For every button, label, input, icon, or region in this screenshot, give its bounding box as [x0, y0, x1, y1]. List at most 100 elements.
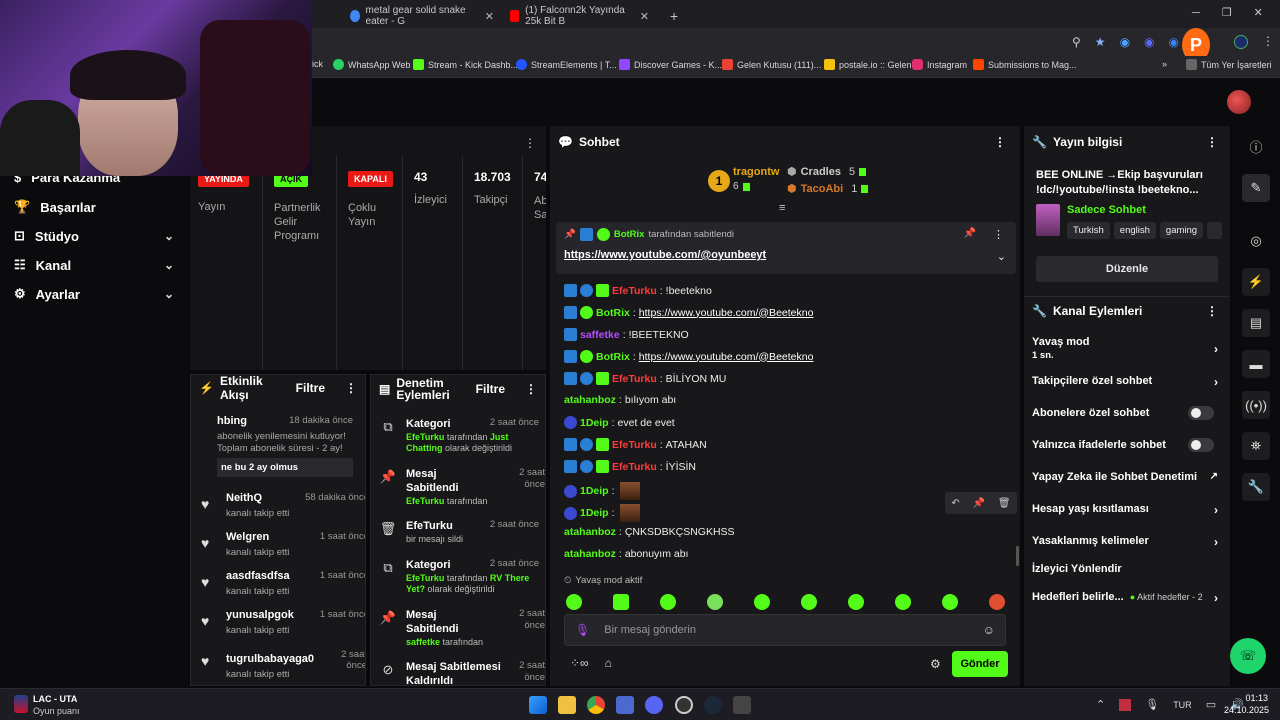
bookmark[interactable]: postale.io :: Gelen — [824, 59, 912, 70]
microphone-icon[interactable]: 🎙 — [1145, 698, 1159, 711]
emote[interactable] — [660, 594, 676, 610]
camera-icon[interactable]: ◎ — [1242, 227, 1270, 255]
chat-username[interactable]: 1Deip — [580, 417, 609, 429]
monitor-icon[interactable]: ▭ — [1206, 698, 1216, 711]
chat-username[interactable]: atahanboz — [564, 548, 616, 560]
new-tab-button[interactable]: + — [662, 4, 686, 28]
more-bookmarks-icon[interactable]: » — [1162, 59, 1167, 69]
emote[interactable] — [801, 594, 817, 610]
maximize-icon[interactable]: ❐ — [1222, 6, 1232, 19]
sidebar-item-studio[interactable]: ⊡ Stüdyo ⌄ — [14, 228, 174, 244]
extension-icon[interactable]: ◉ — [1120, 35, 1130, 49]
followers-only-setting[interactable]: Takipçilere özel sohbet › — [1032, 375, 1222, 389]
more-icon[interactable]: ⋮ — [525, 382, 537, 396]
extension-icon[interactable]: ◉ — [1144, 35, 1154, 49]
edit-button[interactable]: Düzenle — [1036, 256, 1218, 282]
tray-app-icon[interactable] — [1119, 698, 1132, 711]
widget-title[interactable]: LAC - UTA — [33, 694, 77, 704]
close-icon[interactable]: ✕ — [485, 10, 494, 23]
wrench-icon[interactable]: 🔧 — [1242, 473, 1270, 501]
trash-icon[interactable]: 🗑 — [998, 498, 1011, 509]
clock-time[interactable]: 01:13 — [1228, 693, 1268, 703]
emote[interactable] — [989, 594, 1005, 610]
leaderboard-user[interactable]: tragontw — [733, 166, 779, 178]
browser-tab[interactable]: (1) Falconn2k Yayında 25k Bit B ✕ — [502, 4, 657, 28]
menu-icon[interactable]: ⋮ — [1262, 34, 1274, 48]
chevron-up-icon[interactable]: ⌃ — [1096, 698, 1105, 711]
more-icon[interactable]: ⋮ — [524, 136, 536, 150]
emote[interactable] — [707, 594, 723, 610]
leaderboard-item[interactable]: ⬢ TacoAbi 1 — [787, 182, 869, 195]
folder-icon[interactable] — [558, 696, 576, 714]
language-indicator[interactable]: TUR — [1173, 700, 1192, 710]
category-name[interactable]: Sadece Sohbet — [1067, 204, 1146, 216]
app-icon[interactable] — [616, 696, 634, 714]
emote[interactable] — [566, 594, 582, 610]
chat-link[interactable]: https://www.youtube.com/@Beetekno — [639, 307, 814, 319]
goals-setting[interactable]: Hedefleri belirle... ● Aktif hedefler - 2… — [1032, 591, 1222, 605]
redirect-setting[interactable]: İzleyici Yönlendir — [1032, 563, 1222, 575]
reply-icon[interactable]: ↶ — [951, 498, 959, 509]
gear-icon[interactable]: ⚙ — [930, 657, 941, 671]
chevron-down-icon[interactable]: ⌄ — [997, 250, 1006, 263]
slow-mode-setting[interactable]: Yavaş mod 1 sn. › — [1032, 336, 1222, 361]
chat-username[interactable]: saffetke — [580, 329, 620, 341]
clipboard-icon[interactable]: ▤ — [1242, 309, 1270, 337]
filter-button[interactable]: Filtre — [296, 381, 325, 395]
filter-button[interactable]: Filtre — [476, 382, 505, 396]
info-icon[interactable]: ⓘ — [1242, 132, 1270, 160]
send-button[interactable]: Gönder — [952, 651, 1008, 677]
zoom-icon[interactable]: ⚲ — [1072, 35, 1081, 49]
sidebar-item-achievements[interactable]: 🏆 Başarılar — [14, 199, 174, 215]
app-icon[interactable] — [733, 696, 751, 714]
bookmark[interactable]: Gelen Kutusu (111)... — [722, 59, 821, 70]
chat-icon[interactable]: ▬ — [1242, 350, 1270, 378]
pin-icon[interactable]: 📌 — [964, 228, 976, 239]
bookmark[interactable]: Discover Games - K... — [619, 59, 722, 70]
chat-username[interactable]: atahanboz — [564, 526, 616, 538]
more-icon[interactable]: ⋮ — [345, 381, 357, 395]
expand-icon[interactable]: ≡ — [779, 202, 785, 214]
browser-tab[interactable]: metal gear solid snake eater - G ✕ — [342, 4, 502, 28]
chat-username[interactable]: BotRix — [596, 351, 630, 363]
emote[interactable] — [895, 594, 911, 610]
sidebar-item-channel[interactable]: ☷ Kanal ⌄ — [14, 257, 174, 273]
more-icon[interactable]: ⋮ — [1206, 135, 1218, 149]
leaderboard-item[interactable]: ⬢ Cradles 5 — [787, 165, 867, 178]
obs-icon[interactable] — [675, 696, 693, 714]
all-bookmarks[interactable]: Tüm Yer İşaretleri — [1186, 59, 1272, 70]
discord-icon[interactable] — [645, 696, 663, 714]
close-window-icon[interactable]: ✕ — [1254, 6, 1263, 19]
sidebar-item-settings[interactable]: ⚙ Ayarlar ⌄ — [14, 286, 174, 302]
chat-username[interactable]: EfeTurku — [612, 439, 657, 451]
broadcast-icon[interactable]: ((•)) — [1242, 391, 1270, 419]
bookmark[interactable]: Instagram — [912, 59, 967, 70]
ai-moderation-setting[interactable]: Yapay Zeka ile Sohbet Denetimi ↗ — [1032, 471, 1222, 483]
rewards-icon[interactable]: ⁘∞ — [570, 656, 589, 670]
bookmark[interactable]: ick — [312, 59, 323, 69]
subs-only-toggle[interactable] — [1188, 406, 1214, 420]
bookmark[interactable]: Stream - Kick Dashb... — [413, 59, 518, 70]
banned-words-setting[interactable]: Yasaklanmış kelimeler › — [1032, 535, 1222, 549]
star-icon[interactable]: ★ — [1095, 35, 1106, 49]
minimize-icon[interactable]: ─ — [1192, 7, 1200, 19]
emote[interactable] — [754, 594, 770, 610]
chat-username[interactable]: EfeTurku — [612, 285, 657, 297]
chat-link[interactable]: https://www.youtube.com/@Beetekno — [639, 351, 814, 363]
emote[interactable] — [848, 594, 864, 610]
chrome-icon[interactable] — [587, 696, 605, 714]
chat-username[interactable]: BotRix — [596, 307, 630, 319]
emote[interactable] — [942, 594, 958, 610]
store-icon[interactable]: ⌂ — [605, 656, 612, 670]
steam-icon[interactable] — [704, 696, 722, 714]
chat-input[interactable]: 🎙 Bir mesaj gönderin ☺ — [564, 614, 1006, 646]
bookmark[interactable]: WhatsApp Web — [333, 59, 410, 70]
bolt-icon[interactable]: ⚡ — [1242, 268, 1270, 296]
account-age-setting[interactable]: Hesap yaşı kısıtlaması › — [1032, 503, 1222, 517]
bookmark[interactable]: Submissions to Mag... — [973, 59, 1077, 70]
more-icon[interactable]: ⋮ — [1206, 304, 1218, 318]
more-icon[interactable]: ⋮ — [993, 228, 1004, 241]
chat-username[interactable]: EfeTurku — [612, 461, 657, 473]
edit-icon[interactable]: ✎ — [1242, 174, 1270, 202]
emoji-icon[interactable]: ☺ — [983, 623, 995, 637]
